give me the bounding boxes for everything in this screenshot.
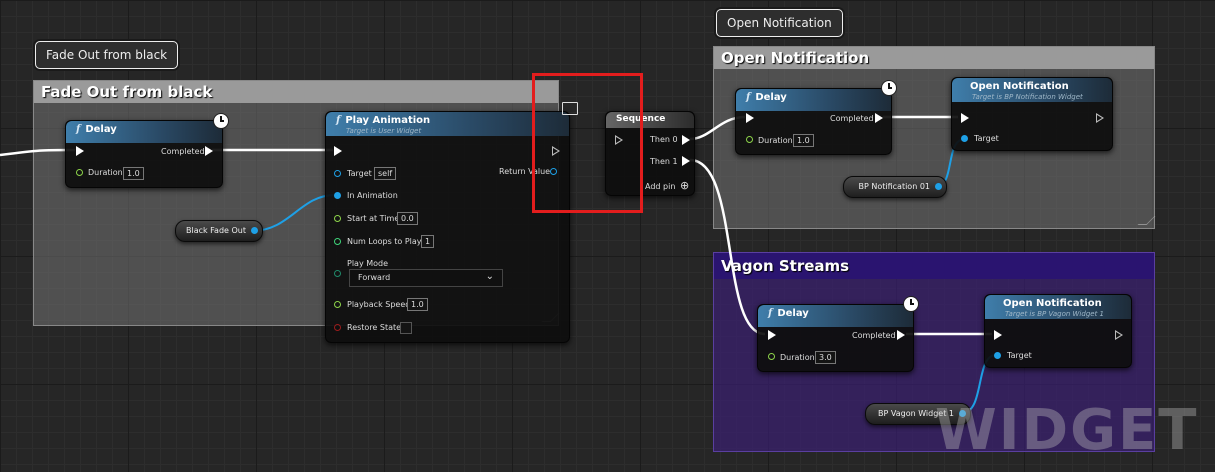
duration-label: Duration: [88, 168, 123, 177]
node-header: Open Notification Target is BP Vagon Wid…: [985, 295, 1131, 319]
open-notification-node-1[interactable]: Open Notification Target is BP Notificat…: [951, 77, 1113, 151]
exec-out-pin[interactable]: [205, 146, 213, 156]
node-title: Open Notification: [1003, 298, 1102, 309]
node-title: Delay: [777, 308, 809, 319]
start-time-pin[interactable]: [334, 215, 341, 222]
highlight-box: [532, 73, 643, 213]
completed-label: Completed: [852, 331, 896, 340]
variable-label: Black Fade Out: [185, 226, 246, 235]
duration-pin[interactable]: [768, 353, 775, 360]
function-icon: f: [336, 115, 341, 126]
exec-in-pin[interactable]: [746, 113, 754, 123]
exec-in-pin[interactable]: [76, 146, 84, 156]
node-subtitle: Target is BP Vagon Widget 1: [1005, 310, 1104, 318]
play-mode-label: Play Mode: [347, 259, 389, 268]
restore-state-pin[interactable]: [334, 324, 341, 331]
exec-out-pin[interactable]: [875, 113, 883, 123]
delay-node-vagon[interactable]: f Delay Completed Duration 3.0: [757, 304, 914, 372]
function-icon: f: [746, 92, 751, 103]
node-header: f Delay: [758, 305, 913, 327]
target-pin[interactable]: [994, 352, 1001, 359]
comment-bubble-fade-out[interactable]: Fade Out from black: [35, 41, 179, 69]
exec-in-pin[interactable]: [768, 330, 776, 340]
exec-out-pin[interactable]: [1115, 330, 1123, 340]
delay-node-fade[interactable]: f Delay Completed Duration 1.0: [65, 120, 223, 188]
clock-icon: [881, 80, 897, 96]
node-header: f Delay: [66, 121, 222, 143]
open-notification-node-2[interactable]: Open Notification Target is BP Vagon Wid…: [984, 294, 1132, 368]
delay-node-open[interactable]: f Delay Completed Duration 1.0: [735, 88, 892, 155]
restore-state-label: Restore State: [347, 323, 402, 332]
node-title: Delay: [85, 124, 117, 135]
blueprint-graph-canvas[interactable]: Fade Out from black Fade Out from black …: [0, 0, 1215, 472]
playback-speed-input[interactable]: 1.0: [407, 298, 428, 311]
completed-label: Completed: [830, 114, 874, 123]
duration-pin[interactable]: [746, 136, 753, 143]
add-pin-label[interactable]: Add pin: [645, 182, 675, 191]
target-value[interactable]: self: [374, 167, 397, 180]
then-1-label: Then 1: [650, 157, 678, 166]
playback-speed-pin[interactable]: [334, 301, 341, 308]
chevron-down-icon: ⌄: [485, 271, 494, 282]
play-mode-dropdown[interactable]: Forward ⌄: [349, 269, 503, 287]
exec-in-pin[interactable]: [961, 113, 969, 123]
clock-icon: [903, 296, 919, 312]
variable-output-pin[interactable]: [935, 183, 942, 190]
duration-input[interactable]: 3.0: [815, 351, 836, 364]
exec-out-pin[interactable]: [897, 330, 905, 340]
play-mode-value: Forward: [358, 273, 391, 282]
start-time-label: Start at Time: [347, 214, 400, 223]
restore-state-checkbox[interactable]: [400, 322, 412, 334]
variable-bp-notification[interactable]: BP Notification 01: [843, 176, 947, 198]
then-0-label: Then 0: [650, 135, 678, 144]
start-time-input[interactable]: 0.0: [397, 212, 418, 225]
node-title: Delay: [755, 92, 787, 103]
in-animation-label: In Animation: [347, 191, 398, 200]
then-1-pin[interactable]: [682, 156, 690, 166]
comment-vagon-streams-title: Vagon Streams: [714, 253, 1154, 279]
comment-open-notification-title: Open Notification: [714, 47, 1154, 69]
num-loops-pin[interactable]: [334, 238, 341, 245]
add-pin-icon[interactable]: ⊕: [680, 179, 689, 192]
playback-speed-label: Playback Speed: [347, 300, 411, 309]
duration-pin[interactable]: [76, 169, 83, 176]
target-label: Target: [1007, 351, 1032, 360]
target-pin[interactable]: [334, 170, 341, 177]
target-label: Target: [347, 169, 372, 178]
duration-label: Duration: [780, 353, 815, 362]
exec-in-pin[interactable]: [334, 146, 342, 156]
node-header: Open Notification Target is BP Notificat…: [952, 78, 1112, 102]
num-loops-input[interactable]: 1: [421, 235, 435, 248]
completed-label: Completed: [161, 147, 205, 156]
node-title: Play Animation: [345, 115, 431, 126]
then-0-pin[interactable]: [682, 135, 690, 145]
duration-input[interactable]: 1.0: [123, 167, 144, 180]
function-icon: f: [76, 124, 81, 135]
variable-label: BP Notification 01: [858, 182, 930, 191]
play-mode-pin[interactable]: [334, 270, 341, 277]
clock-icon: [213, 113, 229, 129]
target-pin[interactable]: [961, 135, 968, 142]
duration-input[interactable]: 1.0: [793, 134, 814, 147]
watermark-text: WIDGET BL: [935, 398, 1215, 463]
in-animation-pin[interactable]: [334, 192, 341, 199]
node-subtitle: Target is BP Notification Widget: [972, 93, 1083, 101]
resize-handle[interactable]: [1137, 216, 1156, 225]
num-loops-label: Num Loops to Play: [347, 237, 422, 246]
node-subtitle: Target is User Widget: [346, 127, 422, 135]
comment-bubble-open-notification[interactable]: Open Notification: [716, 9, 843, 37]
variable-black-fade-out[interactable]: Black Fade Out: [175, 220, 263, 242]
function-icon: f: [768, 308, 773, 319]
variable-output-pin[interactable]: [251, 227, 258, 234]
comment-fade-out-title: Fade Out from black: [34, 81, 558, 103]
target-label: Target: [974, 134, 999, 143]
node-title: Open Notification: [970, 81, 1069, 92]
exec-in-pin[interactable]: [994, 330, 1002, 340]
exec-out-pin[interactable]: [1096, 113, 1104, 123]
node-header: f Delay: [736, 89, 891, 111]
duration-label: Duration: [758, 136, 793, 145]
